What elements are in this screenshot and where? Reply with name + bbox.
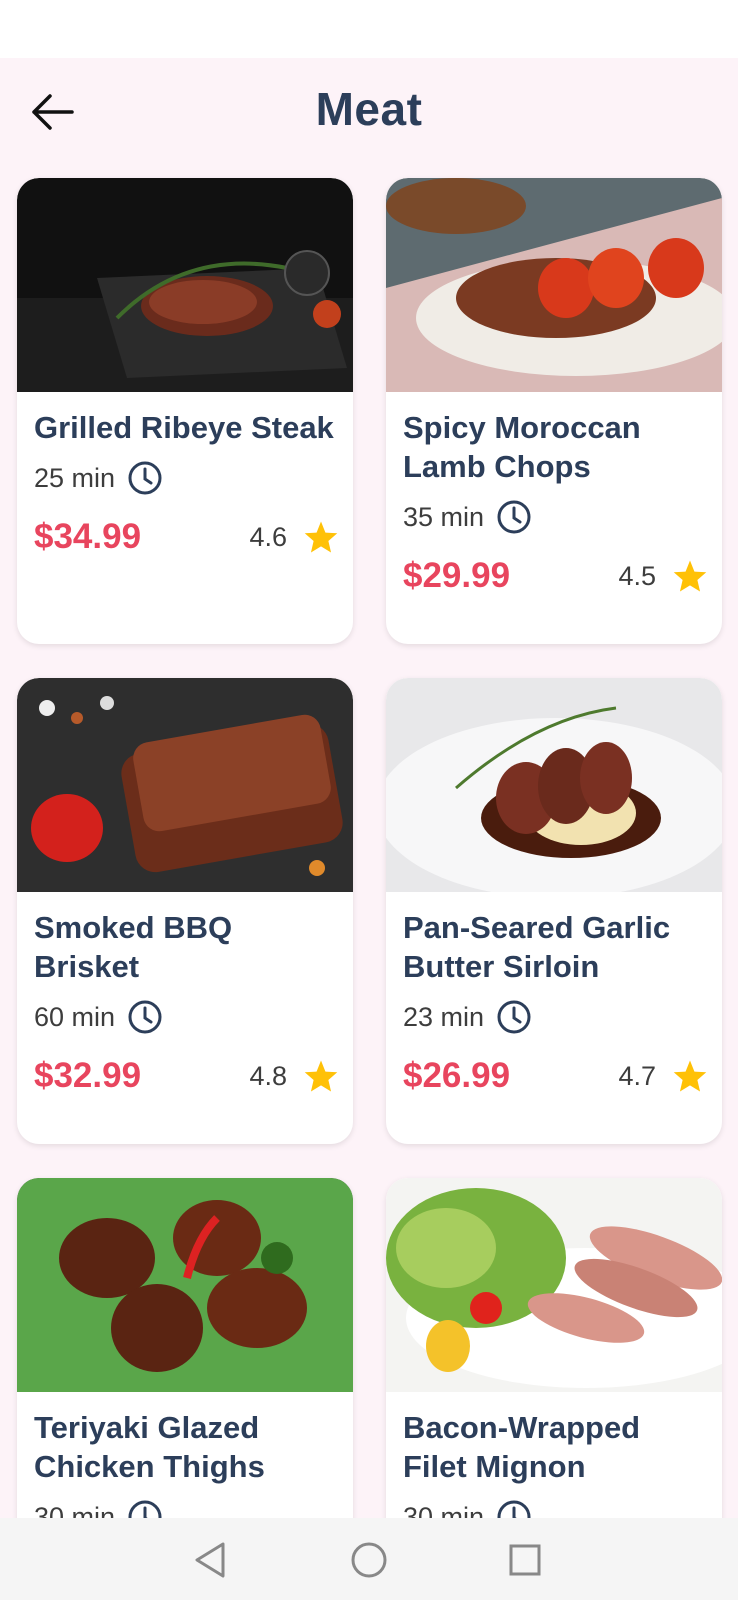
rating-value: 4.6 <box>249 521 287 552</box>
recipe-image <box>17 178 353 392</box>
clock-icon <box>128 461 162 495</box>
recipe-time: 35 min <box>403 501 485 532</box>
price-row: $29.99 4.5 <box>403 552 708 600</box>
recipe-price: $32.99 <box>34 1056 142 1095</box>
rating-value: 4.5 <box>618 560 656 591</box>
recipe-price: $29.99 <box>403 556 511 595</box>
recipe-card[interactable]: Pan-Seared Garlic Butter Sirloin 23 min … <box>386 678 722 1144</box>
recipe-name: Bacon-Wrapped Filet Mignon <box>403 1410 641 1484</box>
star-icon <box>304 1060 338 1092</box>
price-row: $34.99 4.6 <box>34 513 339 561</box>
recipe-name: Teriyaki Glazed Chicken Thighs <box>34 1410 265 1484</box>
card-body: Teriyaki Glazed Chicken Thighs 30 min <box>34 1400 339 1518</box>
nav-recents-button[interactable] <box>503 1538 547 1582</box>
recipe-time: 30 min <box>403 1501 485 1519</box>
price-row: $26.99 4.7 <box>403 1052 708 1100</box>
time-row: 35 min <box>403 496 708 538</box>
rating-value: 4.7 <box>618 1060 656 1091</box>
card-body: Pan-Seared Garlic Butter Sirloin 23 min … <box>403 900 708 1100</box>
star-icon <box>673 560 707 592</box>
recipe-name: Pan-Seared Garlic Butter Sirloin <box>403 910 671 984</box>
recipe-image <box>17 678 353 892</box>
recipe-card[interactable]: Spicy Moroccan Lamb Chops 35 min $29.99 … <box>386 178 722 644</box>
price-row: $32.99 4.8 <box>34 1052 339 1100</box>
recipe-grid: Grilled Ribeye Steak 25 min $34.99 4.6 S… <box>0 0 738 1518</box>
time-row: 30 min <box>34 1496 339 1518</box>
clock-icon <box>497 500 531 534</box>
triangle-back-icon <box>195 1542 225 1578</box>
rating-value: 4.8 <box>249 1060 287 1091</box>
recipe-card[interactable]: Grilled Ribeye Steak 25 min $34.99 4.6 <box>17 178 353 644</box>
system-nav-bar <box>0 1518 738 1600</box>
card-body: Grilled Ribeye Steak 25 min $34.99 4.6 <box>34 400 339 561</box>
star-icon <box>304 521 338 553</box>
card-body: Smoked BBQ Brisket 60 min $32.99 4.8 <box>34 900 339 1100</box>
rating: 4.7 <box>618 1059 708 1093</box>
recipe-price: $26.99 <box>403 1056 511 1095</box>
recipe-card[interactable]: Smoked BBQ Brisket 60 min $32.99 4.8 <box>17 678 353 1144</box>
time-row: 25 min <box>34 457 339 499</box>
recipe-time: 23 min <box>403 1001 485 1032</box>
recipe-image <box>386 678 722 892</box>
time-row: 23 min <box>403 996 708 1038</box>
star-icon <box>673 1060 707 1092</box>
clock-icon <box>128 1000 162 1034</box>
recipe-image <box>386 178 722 392</box>
recipe-time: 60 min <box>34 1001 116 1032</box>
rating: 4.6 <box>249 520 339 554</box>
recipe-price: $34.99 <box>34 517 142 556</box>
recipe-image <box>17 1178 353 1392</box>
circle-home-icon <box>351 1542 387 1578</box>
recipe-card[interactable]: Teriyaki Glazed Chicken Thighs 30 min <box>17 1178 353 1518</box>
recipe-time: 30 min <box>34 1501 116 1519</box>
time-row: 30 min <box>403 1496 708 1518</box>
recipe-image <box>386 1178 722 1392</box>
recipe-name: Grilled Ribeye Steak <box>34 410 334 445</box>
recipe-time: 25 min <box>34 462 116 493</box>
rating: 4.5 <box>618 559 708 593</box>
nav-back-button[interactable] <box>188 1538 232 1582</box>
rating: 4.8 <box>249 1059 339 1093</box>
time-row: 60 min <box>34 996 339 1038</box>
recipe-card[interactable]: Bacon-Wrapped Filet Mignon 30 min <box>386 1178 722 1518</box>
clock-icon <box>497 1000 531 1034</box>
clock-icon <box>497 1500 531 1518</box>
card-body: Spicy Moroccan Lamb Chops 35 min $29.99 … <box>403 400 708 600</box>
clock-icon <box>128 1500 162 1518</box>
square-recents-icon <box>509 1544 541 1576</box>
recipe-name: Spicy Moroccan Lamb Chops <box>403 410 641 484</box>
card-body: Bacon-Wrapped Filet Mignon 30 min <box>403 1400 708 1518</box>
recipe-name: Smoked BBQ Brisket <box>34 910 233 984</box>
nav-home-button[interactable] <box>347 1538 391 1582</box>
